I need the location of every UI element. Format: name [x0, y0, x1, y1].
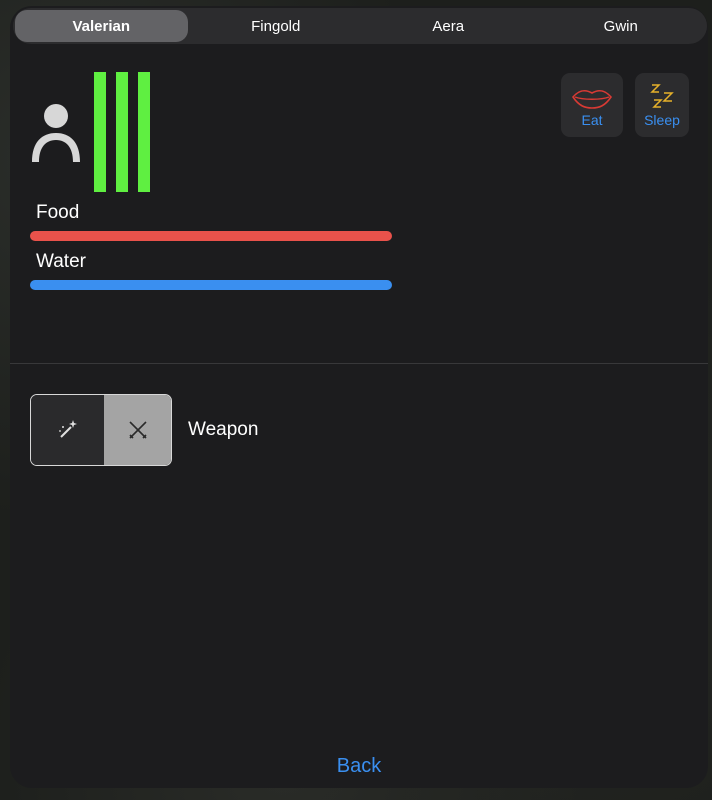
- tab-gwin[interactable]: Gwin: [535, 8, 708, 44]
- food-meter: [30, 231, 392, 241]
- health-bar: [94, 72, 106, 192]
- water-meter: [30, 280, 392, 290]
- magic-weapon-option[interactable]: [31, 395, 104, 465]
- health-bars: [94, 72, 154, 192]
- water-label: Water: [36, 251, 86, 272]
- food-label: Food: [36, 202, 80, 223]
- person-icon: [32, 104, 80, 162]
- health-bar: [116, 72, 128, 192]
- character-tabs: Valerian Fingold Aera Gwin: [13, 8, 707, 44]
- tab-aera[interactable]: Aera: [362, 8, 535, 44]
- weapon-label: Weapon: [188, 419, 259, 440]
- health-bar: [138, 72, 150, 192]
- sleep-button[interactable]: Sleep: [635, 73, 689, 137]
- sword-weapon-option[interactable]: [104, 395, 171, 465]
- sleep-label: Sleep: [644, 112, 680, 128]
- tab-fingold[interactable]: Fingold: [190, 8, 363, 44]
- eat-label: Eat: [581, 112, 603, 128]
- crossed-swords-icon: [128, 421, 147, 439]
- zzz-icon: [650, 84, 674, 108]
- character-panel: Valerian Fingold Aera Gwin Food Water Ea…: [10, 6, 708, 788]
- lips-icon: [571, 89, 613, 109]
- back-button[interactable]: Back: [10, 755, 708, 778]
- tab-valerian[interactable]: Valerian: [15, 10, 188, 42]
- weapon-selector: [30, 394, 172, 466]
- eat-button[interactable]: Eat: [561, 73, 623, 137]
- magic-wand-icon: [58, 420, 77, 438]
- divider: [10, 363, 708, 364]
